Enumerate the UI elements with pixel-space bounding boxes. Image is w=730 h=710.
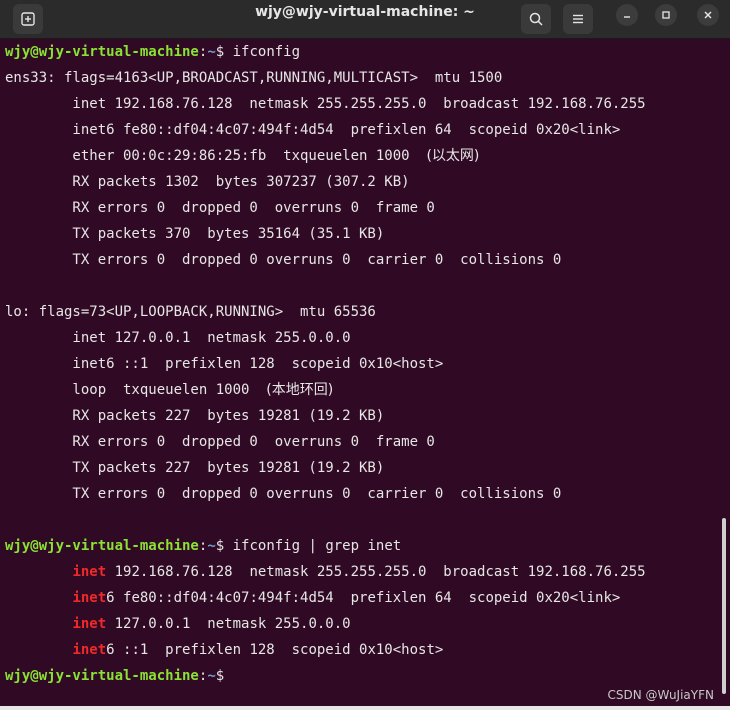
prompt-path: ~ bbox=[207, 668, 216, 684]
output-line: inet 192.168.76.128 netmask 255.255.255.… bbox=[5, 96, 646, 112]
close-icon bbox=[704, 11, 712, 19]
grep-match: inet bbox=[72, 642, 107, 658]
output-line: RX errors 0 dropped 0 overruns 0 frame 0 bbox=[5, 434, 435, 450]
grep-result-line: inet 192.168.76.128 netmask 255.255.255.… bbox=[5, 559, 646, 585]
hamburger-menu-icon bbox=[573, 14, 583, 24]
minimize-icon bbox=[624, 16, 630, 18]
output-line: RX packets 1302 bytes 307237 (307.2 KB) bbox=[5, 174, 410, 190]
prompt-user: wjy@wjy-virtual-machine bbox=[5, 44, 199, 60]
prompt-path: ~ bbox=[207, 44, 216, 60]
window-bottom-edge bbox=[0, 706, 730, 710]
output-line: inet6 ::1 prefixlen 128 scopeid 0x10<hos… bbox=[5, 356, 444, 372]
output-line: TX packets 227 bytes 19281 (19.2 KB) bbox=[5, 460, 385, 476]
grep-rest: 6 ::1 prefixlen 128 scopeid 0x10<host> bbox=[106, 642, 444, 658]
grep-rest: 192.168.76.128 netmask 255.255.255.0 bro… bbox=[106, 564, 646, 580]
prompt-path: ~ bbox=[207, 538, 216, 554]
maximize-button[interactable] bbox=[655, 4, 677, 26]
grep-rest: 127.0.0.1 netmask 255.0.0.0 bbox=[106, 616, 351, 632]
output-line: ens33: flags=4163<UP,BROADCAST,RUNNING,M… bbox=[5, 70, 503, 86]
menu-button[interactable] bbox=[563, 4, 593, 34]
watermark-text: CSDN @WuJiaYFN bbox=[607, 688, 714, 702]
command-text: ifconfig bbox=[232, 44, 301, 60]
grep-result-line: inet6 fe80::df04:4c07:494f:4d54 prefixle… bbox=[5, 585, 620, 611]
output-line: TX errors 0 dropped 0 overruns 0 carrier… bbox=[5, 486, 562, 502]
prompt-line-ifconfig: wjy@wjy-virtual-machine:~$ ifconfig bbox=[5, 39, 300, 65]
output-text-cjk: (以太网) bbox=[426, 148, 480, 164]
output-line: inet6 fe80::df04:4c07:494f:4d54 prefixle… bbox=[5, 122, 621, 138]
scrollbar-thumb[interactable] bbox=[722, 518, 726, 694]
prompt-user: wjy@wjy-virtual-machine bbox=[5, 538, 199, 554]
prompt-sigil: $ bbox=[215, 668, 233, 684]
terminal-output[interactable]: wjy@wjy-virtual-machine:~$ ifconfig ens3… bbox=[5, 39, 717, 710]
output-line: RX errors 0 dropped 0 overruns 0 frame 0 bbox=[5, 200, 435, 216]
output-line: loop txqueuelen 1000 (本地环回) bbox=[5, 377, 333, 403]
close-button[interactable] bbox=[697, 4, 719, 26]
grep-match: inet bbox=[72, 590, 107, 606]
command-text: ifconfig | grep inet bbox=[232, 538, 402, 554]
output-line: TX errors 0 dropped 0 overruns 0 carrier… bbox=[5, 252, 562, 268]
output-line: lo: flags=73<UP,LOOPBACK,RUNNING> mtu 65… bbox=[5, 304, 376, 320]
grep-result-line: inet6 ::1 prefixlen 128 scopeid 0x10<hos… bbox=[5, 637, 443, 663]
prompt-sigil: $ bbox=[215, 538, 233, 554]
prompt-line-current: wjy@wjy-virtual-machine:~$ bbox=[5, 663, 233, 689]
minimize-button[interactable] bbox=[616, 4, 638, 26]
prompt-line-grep: wjy@wjy-virtual-machine:~$ ifconfig | gr… bbox=[5, 533, 401, 559]
search-button[interactable] bbox=[521, 4, 551, 34]
prompt-sigil: $ bbox=[215, 44, 233, 60]
grep-result-line: inet 127.0.0.1 netmask 255.0.0.0 bbox=[5, 611, 351, 637]
output-line: inet 127.0.0.1 netmask 255.0.0.0 bbox=[5, 330, 351, 346]
prompt-user: wjy@wjy-virtual-machine bbox=[5, 668, 199, 684]
grep-match: inet bbox=[72, 616, 107, 632]
grep-rest: 6 fe80::df04:4c07:494f:4d54 prefixlen 64… bbox=[106, 590, 621, 606]
search-icon bbox=[529, 12, 543, 26]
grep-match: inet bbox=[72, 564, 107, 580]
output-line: TX packets 370 bytes 35164 (35.1 KB) bbox=[5, 226, 385, 242]
output-line: ether 00:0c:29:86:25:fb txqueuelen 1000 … bbox=[5, 143, 479, 169]
output-text: ether 00:0c:29:86:25:fb txqueuelen 1000 bbox=[5, 148, 427, 164]
maximize-icon bbox=[662, 11, 670, 19]
title-bar: wjy@wjy-virtual-machine: ~ bbox=[0, 0, 730, 39]
output-line: RX packets 227 bytes 19281 (19.2 KB) bbox=[5, 408, 385, 424]
output-text: loop txqueuelen 1000 bbox=[5, 382, 267, 398]
output-text-cjk: (本地环回) bbox=[266, 382, 334, 398]
